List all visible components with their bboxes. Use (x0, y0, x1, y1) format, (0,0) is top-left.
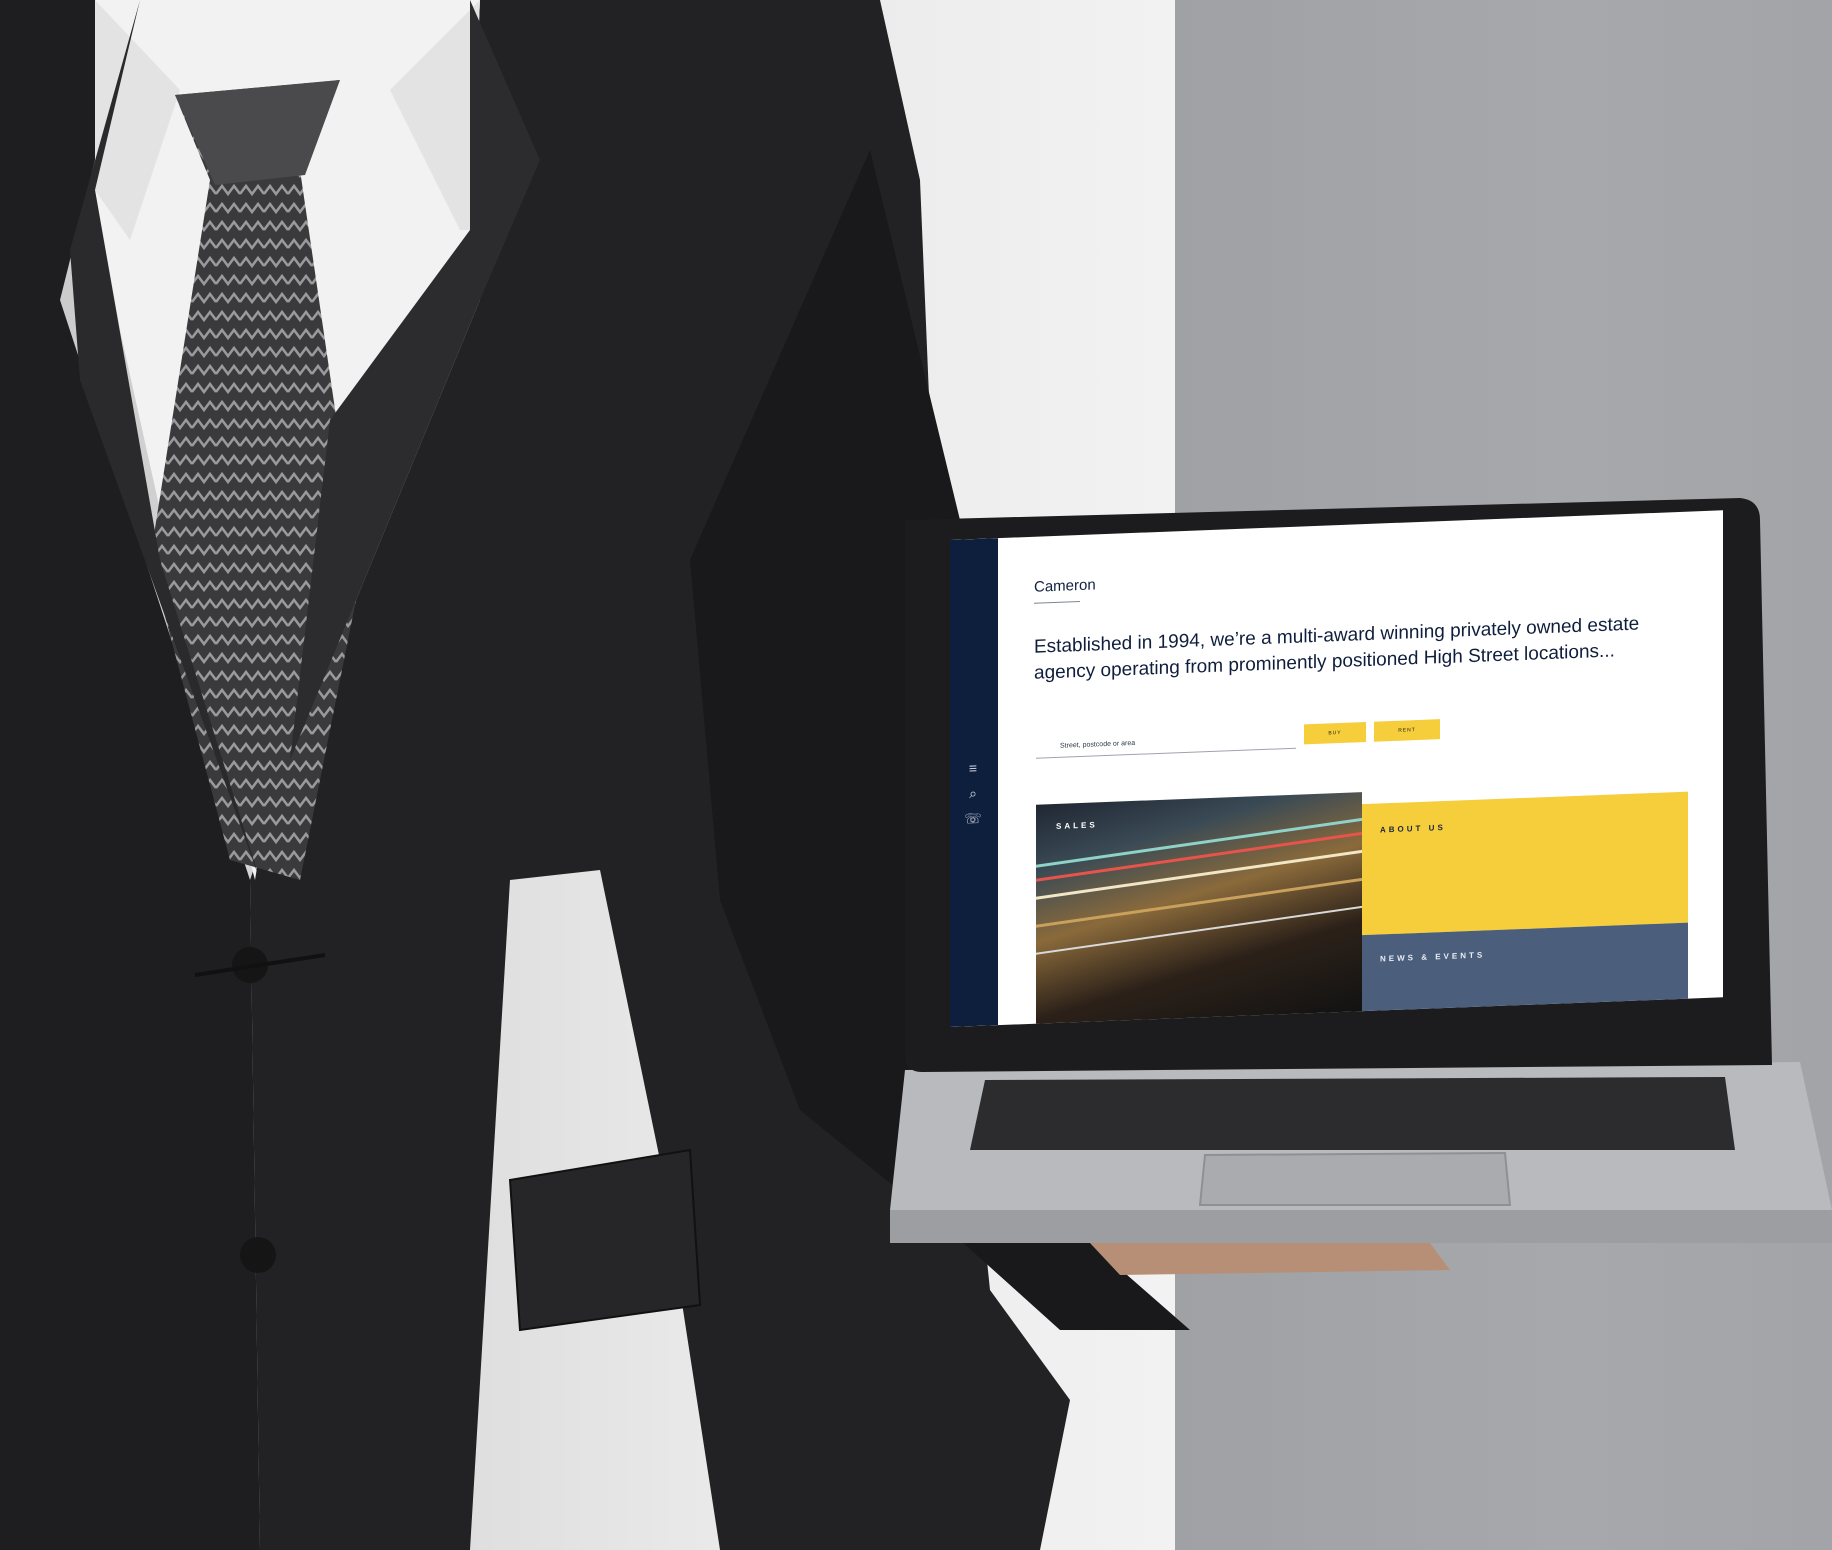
search-icon[interactable]: ⌕ (962, 784, 984, 803)
site-intro-text: Established in 1994, we’re a multi-award… (1034, 613, 1640, 684)
site-sidebar: ≡ ⌕ ☏ (950, 538, 998, 1027)
about-us-tile[interactable]: ABOUT US (1362, 791, 1688, 936)
laptop-screen-website: ≡ ⌕ ☏ Cameron Established in 1994, we’re… (950, 510, 1723, 1027)
site-logo[interactable]: Cameron (1034, 576, 1096, 595)
buy-button[interactable]: BUY (1304, 722, 1366, 745)
trackpad (1198, 1151, 1512, 1206)
logo-divider (1034, 601, 1080, 604)
hand (1090, 1243, 1450, 1275)
sales-tile[interactable]: SALES (1036, 792, 1362, 1025)
rent-button[interactable]: RENT (1374, 719, 1440, 742)
phone-icon[interactable]: ☏ (962, 809, 984, 828)
search-input[interactable]: Street, postcode or area (1036, 726, 1296, 759)
news-events-tile-label: NEWS & EVENTS (1380, 950, 1486, 964)
about-us-tile-label: ABOUT US (1380, 822, 1446, 835)
menu-icon[interactable]: ≡ (962, 759, 984, 778)
keyboard (970, 1077, 1735, 1150)
sales-tile-label: SALES (1056, 820, 1098, 831)
